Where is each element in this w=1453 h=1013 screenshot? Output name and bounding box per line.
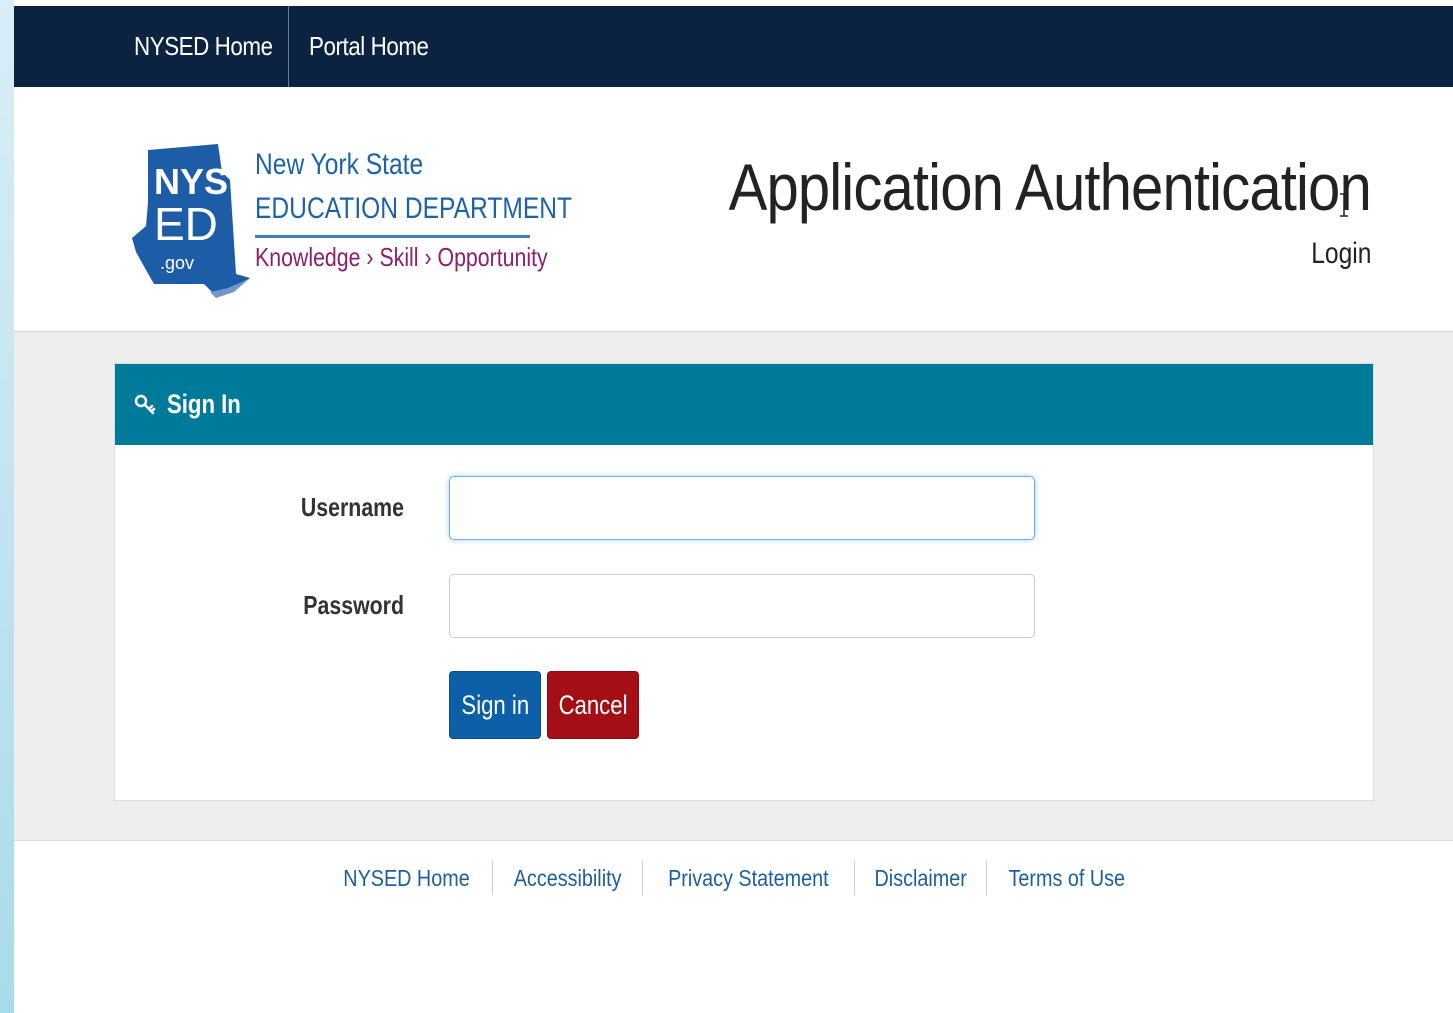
page: NYSED Home Portal Home NYS ED .gov New Y… — [14, 0, 1453, 1013]
nav-nysed-home-link[interactable]: NYSED Home — [134, 6, 273, 87]
top-nav: NYSED Home Portal Home — [14, 6, 1453, 87]
username-label: Username — [300, 492, 404, 522]
logo-line-1: New York State — [255, 148, 424, 181]
signin-panel: Sign In Username Password Sign in Cancel — [114, 363, 1374, 801]
page-title: Application Authentication — [728, 150, 1372, 224]
password-input[interactable] — [449, 574, 1035, 638]
username-input[interactable] — [449, 476, 1035, 540]
page-header: NYS ED .gov New York State EDUCATION DEP… — [14, 87, 1453, 332]
nav-divider — [288, 6, 289, 87]
nysed-emblem-icon: NYS ED .gov — [132, 144, 250, 298]
footer-privacy-link[interactable]: Privacy Statement — [658, 861, 839, 895]
password-label: Password — [303, 590, 404, 620]
key-icon — [134, 394, 156, 415]
page-footer: NYSED Home Accessibility Privacy Statement… — [14, 841, 1453, 1013]
logo-line-2: EDUCATION DEPARTMENT — [255, 192, 573, 225]
svg-text:.gov: .gov — [160, 253, 194, 273]
footer-separator — [641, 861, 643, 895]
footer-separator — [853, 861, 855, 895]
logo-tagline: Knowledge › Skill › Opportunity — [255, 242, 548, 272]
page-subtitle: Login — [1310, 237, 1371, 270]
nysed-logo[interactable]: NYS ED .gov New York State EDUCATION DEP… — [118, 142, 572, 302]
svg-text:NYS: NYS — [154, 161, 228, 202]
nav-portal-home-link[interactable]: Portal Home — [309, 6, 429, 87]
footer-separator — [491, 861, 493, 895]
footer-terms-link[interactable]: Terms of Use — [998, 861, 1135, 895]
logo-rule — [255, 235, 530, 238]
window-left-edge — [0, 0, 14, 1013]
signin-button-label: Sign in — [461, 689, 529, 720]
footer-nysed-home-link[interactable]: NYSED Home — [333, 861, 480, 895]
footer-separator — [985, 861, 987, 895]
cancel-button-label: Cancel — [558, 689, 628, 720]
text-cursor-icon — [1340, 193, 1348, 217]
footer-disclaimer-link[interactable]: Disclaimer — [864, 861, 977, 895]
footer-accessibility-link[interactable]: Accessibility — [503, 861, 631, 895]
footer-links: NYSED Home Accessibility Privacy Statement… — [14, 861, 1453, 895]
main-content: Sign In Username Password Sign in Cancel — [14, 332, 1453, 841]
svg-text:ED: ED — [154, 198, 218, 250]
signin-button[interactable]: Sign in — [449, 671, 541, 739]
signin-panel-heading: Sign In — [115, 364, 1373, 445]
signin-title: Sign In — [167, 389, 241, 419]
cancel-button[interactable]: Cancel — [547, 671, 639, 739]
